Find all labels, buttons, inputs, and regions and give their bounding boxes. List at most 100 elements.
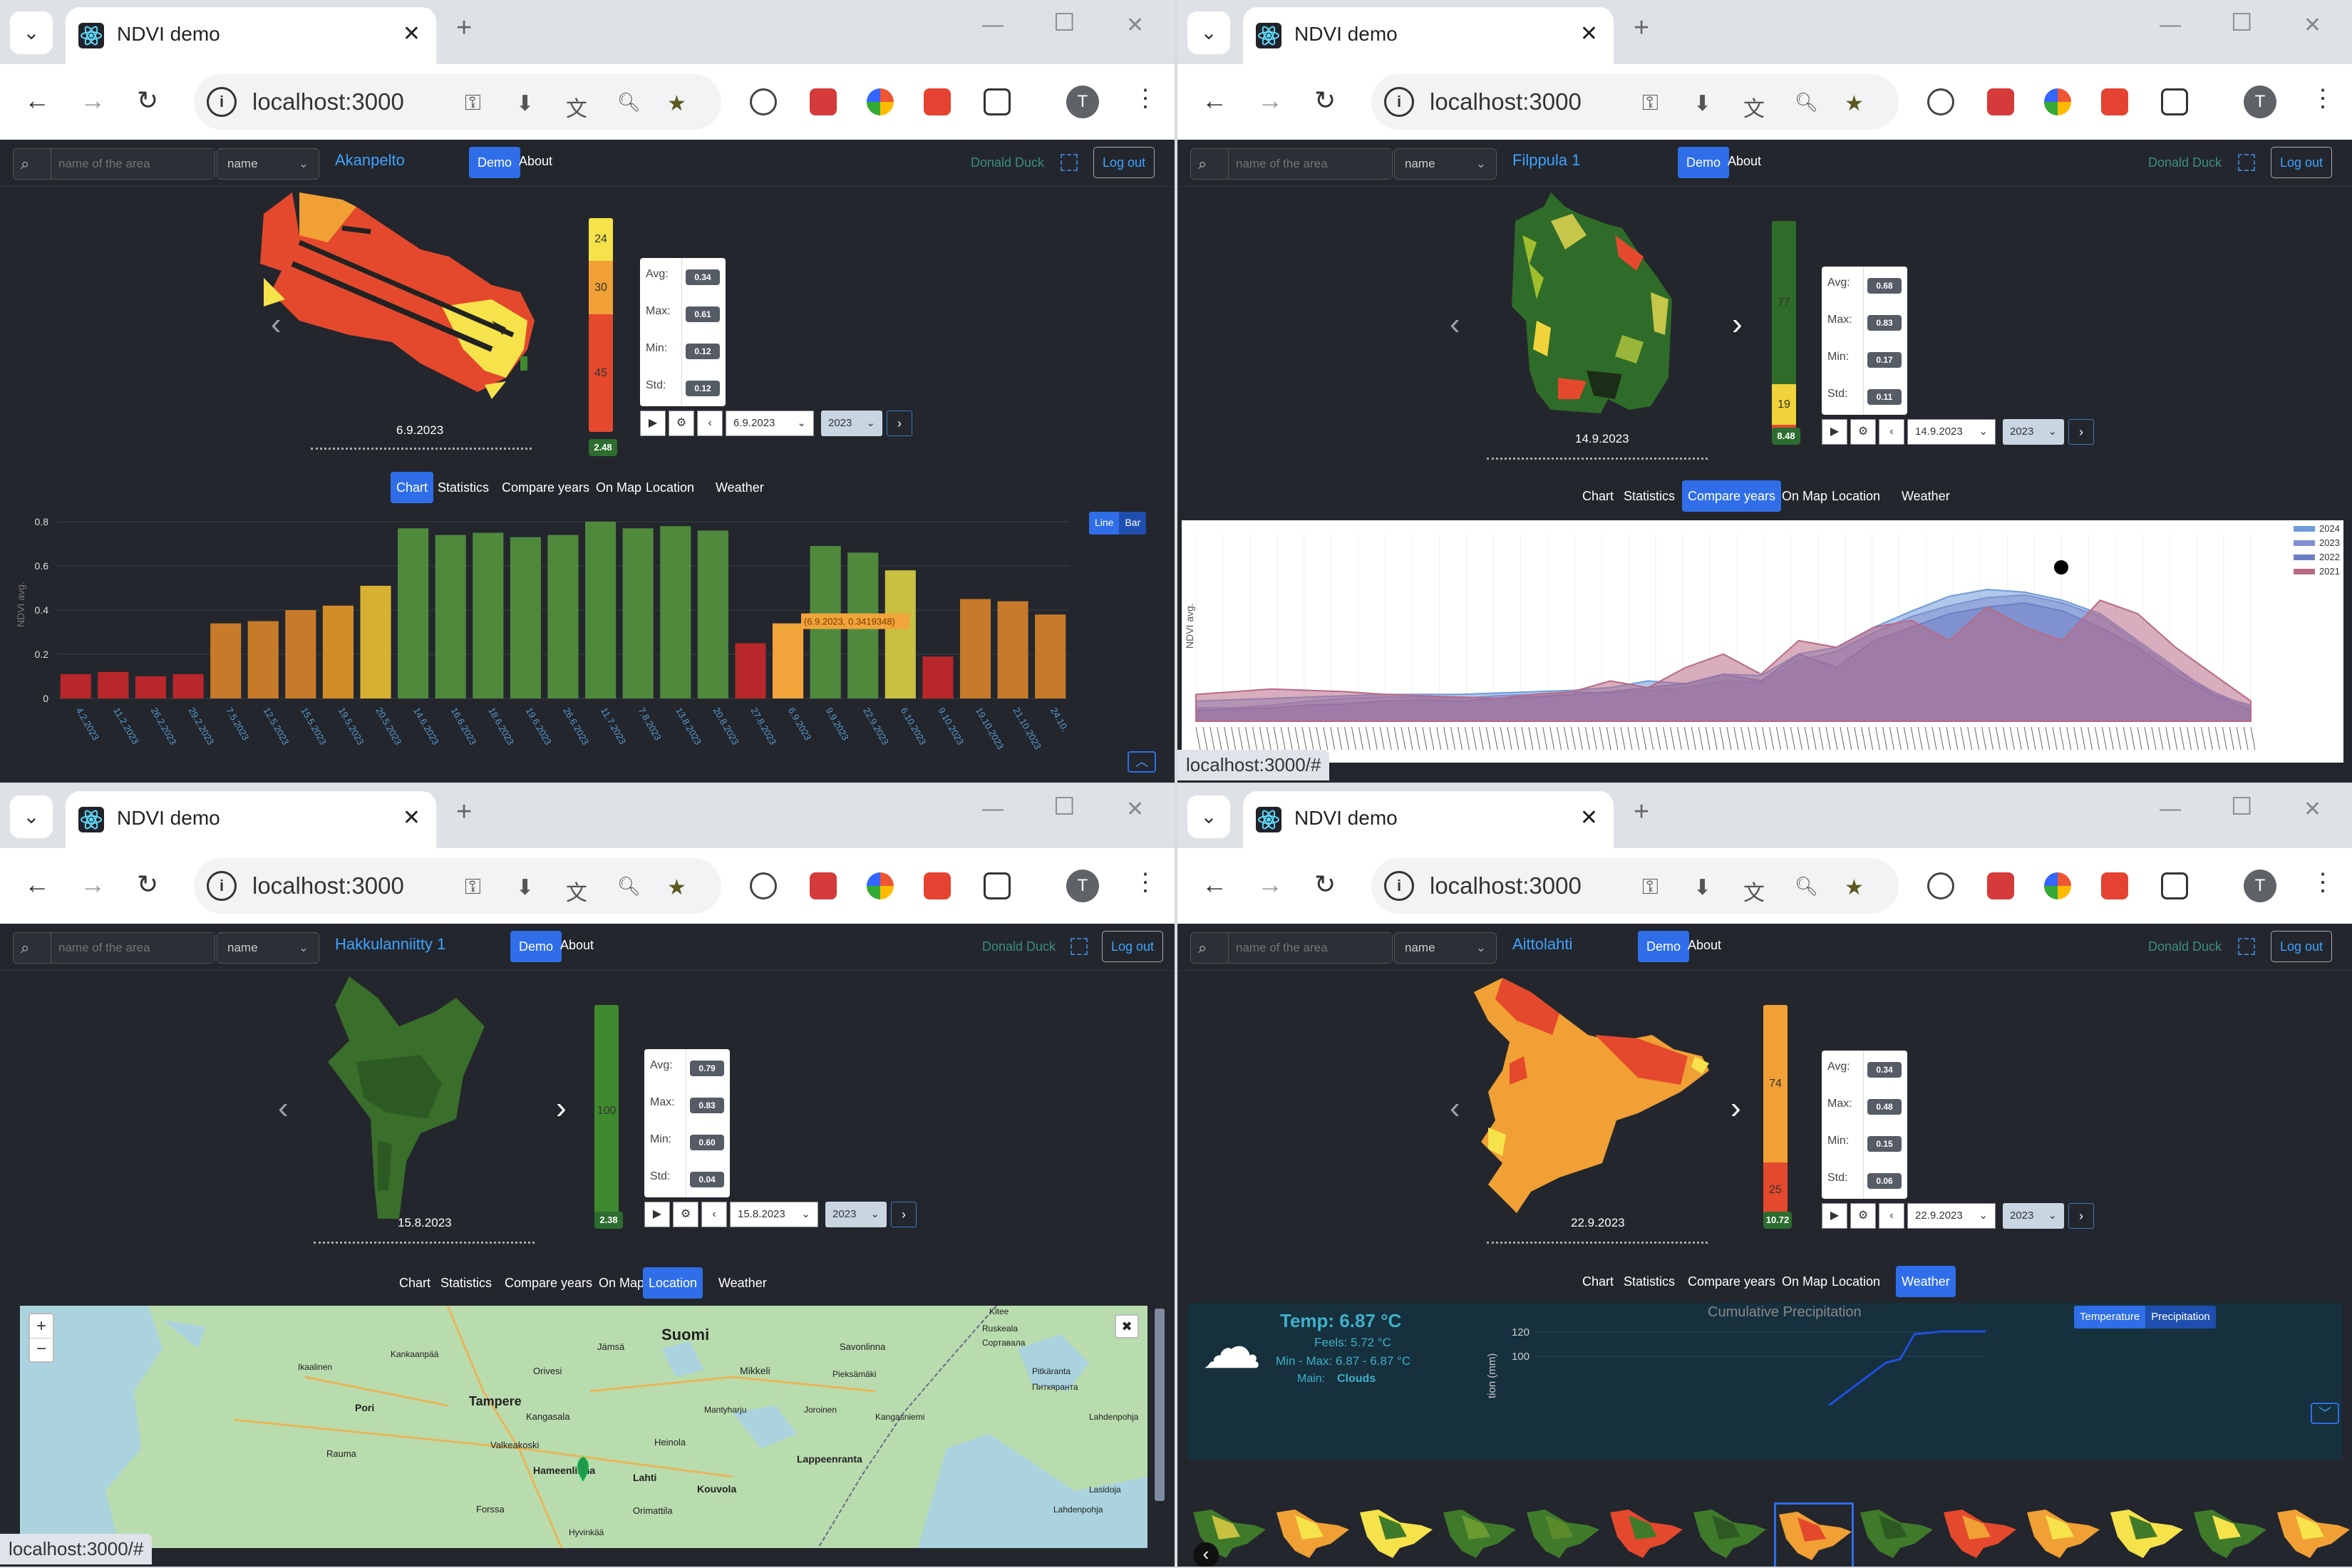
tab-location[interactable]: Location: [1826, 480, 1886, 512]
zoom-out-button[interactable]: −: [30, 1339, 53, 1363]
extensions-puzzle-icon[interactable]: [984, 872, 1011, 899]
search-input[interactable]: [51, 149, 215, 179]
bar[interactable]: [735, 643, 766, 699]
previous-date-icon[interactable]: ‹: [1879, 1203, 1904, 1229]
bookmark-star-icon[interactable]: ★: [667, 875, 686, 900]
key-icon[interactable]: ⚿: [465, 91, 481, 115]
bar[interactable]: [210, 623, 242, 698]
bookmark-star-icon[interactable]: ★: [1845, 91, 1864, 116]
site-info-icon[interactable]: i: [1384, 87, 1414, 117]
thumbnail[interactable]: 20.8.2023: [1440, 1502, 1520, 1567]
forward-icon[interactable]: →: [80, 870, 105, 899]
menu-kebab-icon[interactable]: ⋮: [1133, 868, 1157, 897]
profile-avatar[interactable]: T: [2244, 870, 2276, 902]
tab-statistics[interactable]: Statistics: [432, 472, 495, 503]
previous-image-icon[interactable]: ‹: [271, 306, 282, 342]
previous-image-icon[interactable]: ‹: [1450, 1090, 1460, 1126]
date-select[interactable]: 6.9.2023 ⌄: [726, 411, 814, 436]
extensions-puzzle-icon[interactable]: [2161, 88, 2188, 115]
new-tab-icon[interactable]: +: [1634, 797, 1649, 827]
extension-code-icon[interactable]: [1927, 872, 1954, 899]
profile-avatar[interactable]: T: [1066, 870, 1099, 902]
nav-demo[interactable]: Demo: [469, 147, 521, 178]
bar[interactable]: [585, 522, 617, 698]
extensions-puzzle-icon[interactable]: [984, 88, 1011, 115]
translate-icon[interactable]: 文: [1743, 875, 1765, 907]
temperature-button[interactable]: Temperature: [2074, 1306, 2146, 1329]
tab-chart[interactable]: Chart: [1577, 480, 1619, 512]
translate-icon[interactable]: 文: [566, 875, 587, 907]
menu-kebab-icon[interactable]: ⋮: [1133, 84, 1157, 113]
site-info-icon[interactable]: i: [207, 871, 237, 901]
extension-color-icon[interactable]: [867, 872, 894, 899]
date-select[interactable]: 22.9.2023 ⌄: [1907, 1203, 1996, 1229]
tab-weather[interactable]: Weather: [713, 1267, 773, 1299]
bar[interactable]: [285, 610, 316, 698]
address-bar[interactable]: i localhost:3000 ⚿ ⬇ 文 🔍︎ ★: [194, 74, 721, 130]
translate-icon[interactable]: 文: [1743, 91, 1765, 123]
fullscreen-icon[interactable]: [2238, 154, 2255, 171]
bar[interactable]: [322, 605, 354, 698]
tab-location[interactable]: Location: [640, 472, 700, 503]
bar[interactable]: [547, 535, 579, 698]
close-window-icon[interactable]: ✕: [2304, 797, 2321, 822]
thumbnail[interactable]: 17.10.2023: [2024, 1502, 2104, 1567]
browser-tab[interactable]: NDVI demo ✕: [1243, 7, 1614, 64]
back-icon[interactable]: ←: [24, 86, 50, 115]
reload-icon[interactable]: ↻: [1314, 86, 1336, 115]
address-bar[interactable]: i localhost:3000 ⚿ ⬇ 文 🔍︎ ★: [1371, 74, 1899, 130]
tab-on-map[interactable]: On Map: [593, 1267, 650, 1299]
thumbnail[interactable]: 22.9.2023: [1774, 1502, 1854, 1567]
back-icon[interactable]: ←: [1202, 86, 1227, 115]
bar[interactable]: [510, 537, 541, 698]
thumbnail[interactable]: 7.8.2023: [1274, 1502, 1353, 1567]
next-image-icon[interactable]: ›: [1731, 1090, 1741, 1126]
logout-button[interactable]: Log out: [2271, 931, 2333, 962]
image-pager[interactable]: [1487, 458, 1708, 460]
bar[interactable]: [1035, 614, 1066, 698]
fullscreen-icon[interactable]: [1071, 938, 1088, 955]
extension-todoist-icon[interactable]: [2101, 872, 2128, 899]
reload-icon[interactable]: ↻: [137, 86, 158, 115]
next-date-icon[interactable]: ›: [891, 1202, 917, 1227]
site-info-icon[interactable]: i: [207, 87, 237, 117]
reload-icon[interactable]: ↻: [1314, 870, 1336, 899]
close-tab-icon[interactable]: ✕: [403, 21, 421, 46]
extension-bug-icon[interactable]: [1987, 88, 2014, 115]
bar[interactable]: [772, 623, 804, 698]
zoom-icon[interactable]: 🔍︎: [617, 91, 641, 113]
close-tab-icon[interactable]: ✕: [1580, 21, 1598, 46]
fullscreen-icon[interactable]: [2238, 938, 2255, 955]
scrollbar[interactable]: [1155, 1309, 1165, 1501]
thumbnail[interactable]: 6.10.2023: [1857, 1502, 1937, 1567]
tab-search-button[interactable]: ⌄: [10, 11, 53, 54]
fullscreen-exit-icon[interactable]: ✖: [1115, 1314, 1139, 1339]
maximize-icon[interactable]: ☐: [1053, 793, 1075, 821]
close-window-icon[interactable]: ✕: [1126, 13, 1144, 38]
play-icon[interactable]: ▶: [1822, 419, 1847, 445]
bar[interactable]: [997, 601, 1028, 698]
search-field-select[interactable]: name ⌄: [1394, 148, 1497, 180]
thumbnail-prev-icon[interactable]: ‹: [1193, 1542, 1219, 1567]
zoom-in-button[interactable]: +: [30, 1314, 53, 1339]
bar[interactable]: [660, 526, 691, 698]
precipitation-button[interactable]: Precipitation: [2145, 1306, 2216, 1329]
bar[interactable]: [435, 535, 466, 698]
previous-date-icon[interactable]: ‹: [701, 1202, 727, 1227]
search-input[interactable]: [51, 933, 215, 963]
new-tab-icon[interactable]: +: [456, 13, 472, 43]
address-bar[interactable]: i localhost:3000 ⚿ ⬇ 文 🔍︎ ★: [1371, 858, 1899, 914]
bar[interactable]: [398, 528, 429, 698]
extension-bug-icon[interactable]: [810, 872, 837, 899]
search-field-select[interactable]: name ⌄: [1394, 932, 1497, 964]
location-map[interactable]: Suomi Tampere Kangasala Valkeakoski Hameenli…: [20, 1306, 1147, 1548]
profile-avatar[interactable]: T: [2244, 86, 2276, 118]
tab-statistics[interactable]: Statistics: [1618, 1266, 1681, 1297]
extension-color-icon[interactable]: [2044, 88, 2071, 115]
bar[interactable]: [172, 674, 204, 698]
bar[interactable]: [360, 585, 391, 698]
minimize-icon[interactable]: —: [982, 797, 1004, 821]
date-select[interactable]: 14.9.2023 ⌄: [1907, 419, 1996, 445]
new-tab-icon[interactable]: +: [456, 797, 472, 827]
nav-demo[interactable]: Demo: [1678, 147, 1730, 178]
